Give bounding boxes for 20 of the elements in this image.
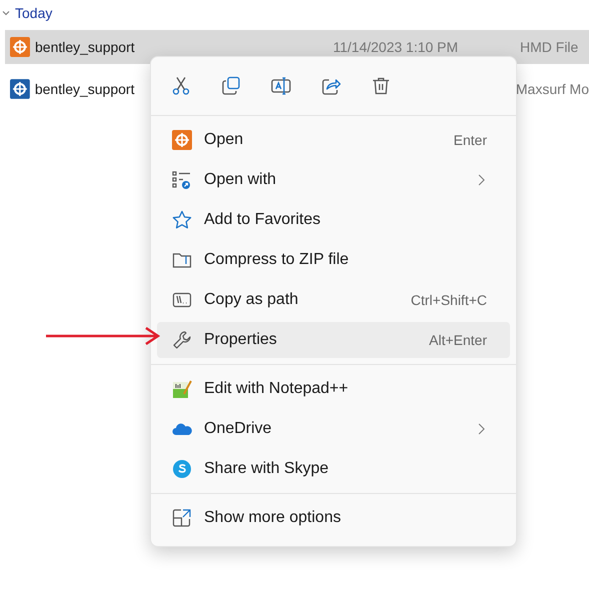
shortcut-label: Ctrl+Shift+C: [410, 290, 487, 310]
menu-item[interactable]: Open with: [157, 162, 510, 198]
file-date: 11/14/2023 1:10 PM: [333, 38, 458, 56]
menu-item[interactable]: OneDrive: [157, 411, 510, 447]
file-name: bentley_support: [34, 80, 134, 99]
file-name: bentley_support: [35, 38, 135, 57]
menu-item[interactable]: Edit with Notepad++: [157, 371, 510, 407]
file-type: Maxsurf Mo: [516, 80, 589, 98]
menu-item[interactable]: Share with Skype: [157, 451, 510, 487]
menu-item[interactable]: Open Enter: [157, 122, 510, 158]
menu-item[interactable]: Add to Favorites: [157, 202, 510, 238]
menu-item[interactable]: Copy as path Ctrl+Shift+C: [157, 282, 510, 318]
menu-item[interactable]: Compress to ZIP file: [157, 242, 510, 278]
group-header: Today: [15, 4, 52, 23]
shortcut-label: Alt+Enter: [429, 330, 487, 350]
menu-item[interactable]: Properties Alt+Enter: [157, 322, 510, 358]
file-type: HMD File: [520, 38, 578, 56]
menu-item[interactable]: Show more options: [157, 500, 510, 536]
file-row[interactable]: bentley_support Maxsurf Mo: [5, 72, 589, 106]
shortcut-label: Enter: [454, 130, 487, 150]
